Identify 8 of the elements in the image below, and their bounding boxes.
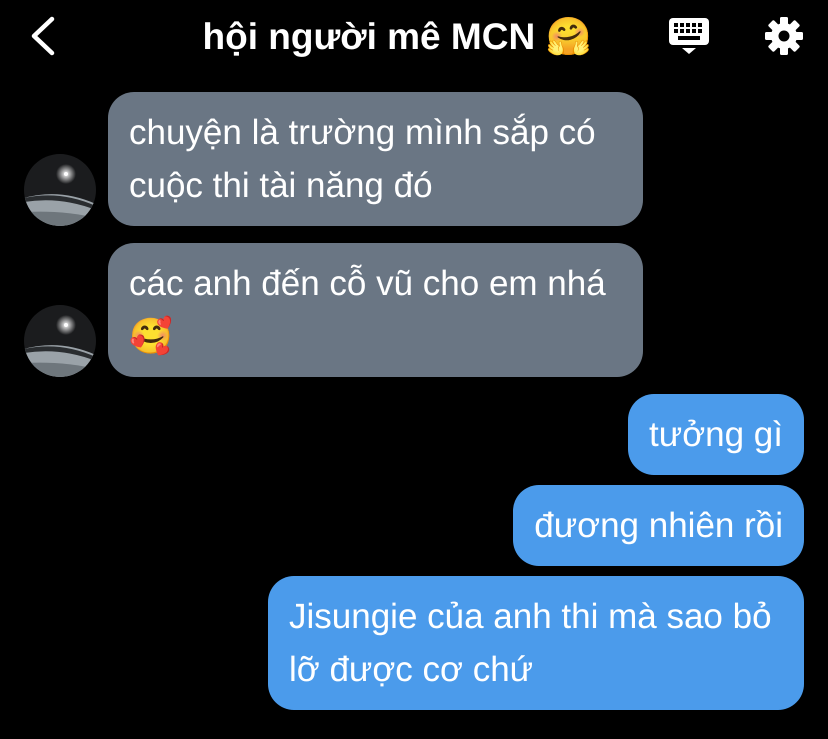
chat-title: hội người mê MCN 🤗 <box>202 14 592 58</box>
incoming-message: các anh đến cỗ vũ cho em nhá 🥰 <box>108 243 643 377</box>
keyboard-icon[interactable] <box>668 17 710 55</box>
settings-icon[interactable] <box>764 16 804 56</box>
outgoing-message: Jisungie của anh thi mà sao bỏ lỡ được cơ chứ <box>268 576 804 710</box>
outgoing-message: tưởng gì <box>628 394 804 475</box>
outgoing-message: đương nhiên rồi <box>513 485 804 566</box>
incoming-message: chuyện là trường mình sắp có cuộc thi tài năng đó <box>108 92 643 226</box>
